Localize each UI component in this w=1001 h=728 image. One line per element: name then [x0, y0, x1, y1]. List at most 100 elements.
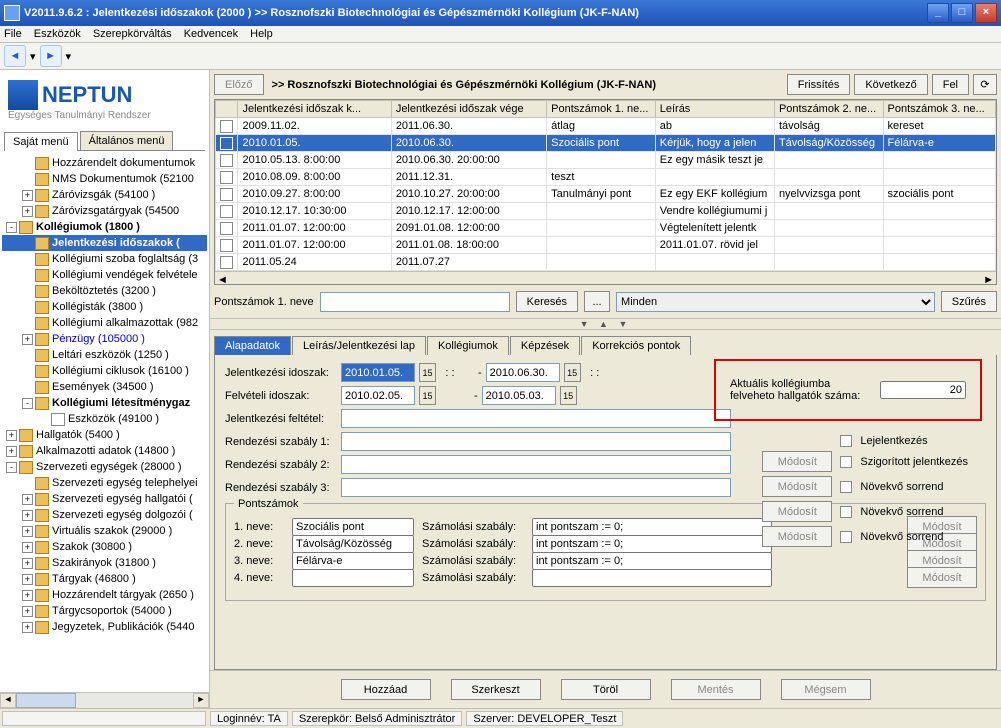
- delete-button[interactable]: Töröl: [561, 679, 651, 700]
- tab-trainings[interactable]: Képzések: [510, 336, 580, 355]
- tree-node[interactable]: +Pénzügy (105000 ): [2, 331, 207, 347]
- admit-to-input[interactable]: [482, 386, 556, 405]
- score-modify-button[interactable]: Módosít: [907, 567, 977, 588]
- asc1-checkbox[interactable]: [840, 481, 852, 493]
- row-checkbox[interactable]: [216, 203, 238, 220]
- maximize-button[interactable]: □: [951, 3, 973, 23]
- table-row[interactable]: 2011.05.242011.07.27: [216, 254, 996, 271]
- grid-header[interactable]: Jelentkezési időszak k...: [238, 101, 391, 118]
- menu-tools[interactable]: Eszközök: [34, 28, 81, 40]
- sort1-input[interactable]: [341, 432, 731, 451]
- tree-node[interactable]: -Kollégiumok (1800 ): [2, 219, 207, 235]
- tree-node[interactable]: Eszközök (49100 ): [2, 411, 207, 427]
- tree-node[interactable]: +Záróvizsgák (54100 ): [2, 187, 207, 203]
- tree-node[interactable]: Leltári eszközök (1250 ): [2, 347, 207, 363]
- tree-node[interactable]: +Virtuális szakok (29000 ): [2, 523, 207, 539]
- grid-header[interactable]: [216, 101, 238, 118]
- refresh-button[interactable]: Frissítés: [787, 74, 851, 95]
- cancel-button[interactable]: Mégsem: [781, 679, 871, 700]
- table-row[interactable]: 2009.11.02.2011.06.30.átlagabtávolságker…: [216, 118, 996, 135]
- tree-node[interactable]: +Tárgyak (46800 ): [2, 571, 207, 587]
- add-button[interactable]: Hozzáad: [341, 679, 431, 700]
- filter-apply-button[interactable]: Szűrés: [941, 291, 997, 312]
- tree-node[interactable]: Kollégiumi ciklusok (16100 ): [2, 363, 207, 379]
- table-row[interactable]: 2010.09.27. 8:00:002010.10.27. 20:00:00T…: [216, 186, 996, 203]
- tree-node[interactable]: Kollégiumi szoba foglaltság (3: [2, 251, 207, 267]
- grid-header[interactable]: Pontszámok 2. ne...: [774, 101, 883, 118]
- edit-button[interactable]: Szerkeszt: [451, 679, 541, 700]
- row-checkbox[interactable]: [216, 135, 238, 152]
- modify4-button[interactable]: Módosít: [762, 526, 832, 547]
- search-button[interactable]: Keresés: [516, 291, 578, 312]
- menu-roleswitch[interactable]: Szerepkörváltás: [93, 28, 172, 40]
- row-checkbox[interactable]: [216, 169, 238, 186]
- sort3-input[interactable]: [341, 478, 731, 497]
- row-checkbox[interactable]: [216, 237, 238, 254]
- pin-button[interactable]: ⟳: [973, 74, 997, 95]
- score-rule-input[interactable]: [532, 569, 772, 587]
- sidebar-hscroll[interactable]: ◄►: [0, 692, 209, 708]
- tree-node[interactable]: +Hozzárendelt tárgyak (2650 ): [2, 587, 207, 603]
- tree-node[interactable]: +Szervezeti egység hallgatói (: [2, 491, 207, 507]
- capacity-input[interactable]: [880, 381, 966, 399]
- tree-node[interactable]: Hozzárendelt dokumentumok: [2, 155, 207, 171]
- tree-node[interactable]: Kollégiumi vendégek felvétele: [2, 267, 207, 283]
- menu-file[interactable]: File: [4, 28, 22, 40]
- prev-button[interactable]: Előző: [214, 74, 264, 95]
- strict-checkbox[interactable]: [840, 456, 852, 468]
- condition-input[interactable]: [341, 409, 731, 428]
- tree-node[interactable]: Beköltöztetés (3200 ): [2, 283, 207, 299]
- tree-node[interactable]: Kollégisták (3800 ): [2, 299, 207, 315]
- tree-node[interactable]: +Szervezeti egység dolgozói (: [2, 507, 207, 523]
- calendar-icon[interactable]: 15: [564, 363, 581, 382]
- score-rule-input[interactable]: [532, 552, 772, 570]
- calendar-icon[interactable]: 15: [560, 386, 577, 405]
- table-row[interactable]: 2010.08.09. 8:00:002011.12.31.teszt: [216, 169, 996, 186]
- grid-header[interactable]: Leírás: [655, 101, 774, 118]
- filter-scope-select[interactable]: Minden: [616, 292, 935, 312]
- nav-forward-button[interactable]: ►: [40, 45, 62, 67]
- side-tab-general[interactable]: Általános menü: [80, 131, 174, 150]
- side-tab-own[interactable]: Saját menü: [4, 132, 78, 151]
- table-row[interactable]: 2010.01.05.2010.06.30.Szociális pontKérj…: [216, 135, 996, 152]
- apply-from-input[interactable]: [341, 363, 415, 382]
- next-button[interactable]: Következő: [854, 74, 927, 95]
- up-button[interactable]: Fel: [932, 74, 969, 95]
- score-name-input[interactable]: [292, 552, 414, 570]
- row-checkbox[interactable]: [216, 254, 238, 271]
- tree-node[interactable]: +Hallgatók (5400 ): [2, 427, 207, 443]
- save-button[interactable]: Mentés: [671, 679, 761, 700]
- tree-node[interactable]: -Szervezeti egységek (28000 ): [2, 459, 207, 475]
- menu-favorites[interactable]: Kedvencek: [184, 28, 238, 40]
- row-checkbox[interactable]: [216, 186, 238, 203]
- tree-node[interactable]: +Szakok (30800 ): [2, 539, 207, 555]
- nav-back-button[interactable]: ◄: [4, 45, 26, 67]
- sort2-input[interactable]: [341, 455, 731, 474]
- close-button[interactable]: ×: [975, 3, 997, 23]
- tab-desc[interactable]: Leírás/Jelentkezési lap: [292, 336, 426, 355]
- filter-more-button[interactable]: ...: [584, 291, 610, 312]
- table-row[interactable]: 2011.01.07. 12:00:002011.01.08. 18:00:00…: [216, 237, 996, 254]
- table-row[interactable]: 2010.12.17. 10:30:002010.12.17. 12:00:00…: [216, 203, 996, 220]
- score-name-input[interactable]: [292, 518, 414, 536]
- tree-node[interactable]: Kollégiumi alkalmazottak (982: [2, 315, 207, 331]
- grid-header[interactable]: Pontszámok 1. ne...: [547, 101, 656, 118]
- tree-node[interactable]: Események (34500 ): [2, 379, 207, 395]
- tree-node[interactable]: NMS Dokumentumok (52100: [2, 171, 207, 187]
- row-checkbox[interactable]: [216, 118, 238, 135]
- asc3-checkbox[interactable]: [840, 531, 852, 543]
- modify3-button[interactable]: Módosít: [762, 501, 832, 522]
- row-checkbox[interactable]: [216, 220, 238, 237]
- nav-tree[interactable]: Hozzárendelt dokumentumokNMS Dokumentumo…: [0, 151, 209, 692]
- admit-from-input[interactable]: [341, 386, 415, 405]
- score-rule-input[interactable]: [532, 518, 772, 536]
- minimize-button[interactable]: _: [927, 3, 949, 23]
- table-row[interactable]: 2011.01.07. 12:00:002091.01.08. 12:00:00…: [216, 220, 996, 237]
- tree-node[interactable]: -Kollégiumi létesítménygaz: [2, 395, 207, 411]
- tree-node[interactable]: Szervezeti egység telephelyei: [2, 475, 207, 491]
- tree-node[interactable]: +Alkalmazotti adatok (14800 ): [2, 443, 207, 459]
- splitter[interactable]: ▼ ▲ ▼: [210, 318, 1001, 330]
- signoff-checkbox[interactable]: [840, 435, 852, 447]
- tree-node[interactable]: +Záróvizsgatárgyak (54500: [2, 203, 207, 219]
- apply-to-input[interactable]: [486, 363, 560, 382]
